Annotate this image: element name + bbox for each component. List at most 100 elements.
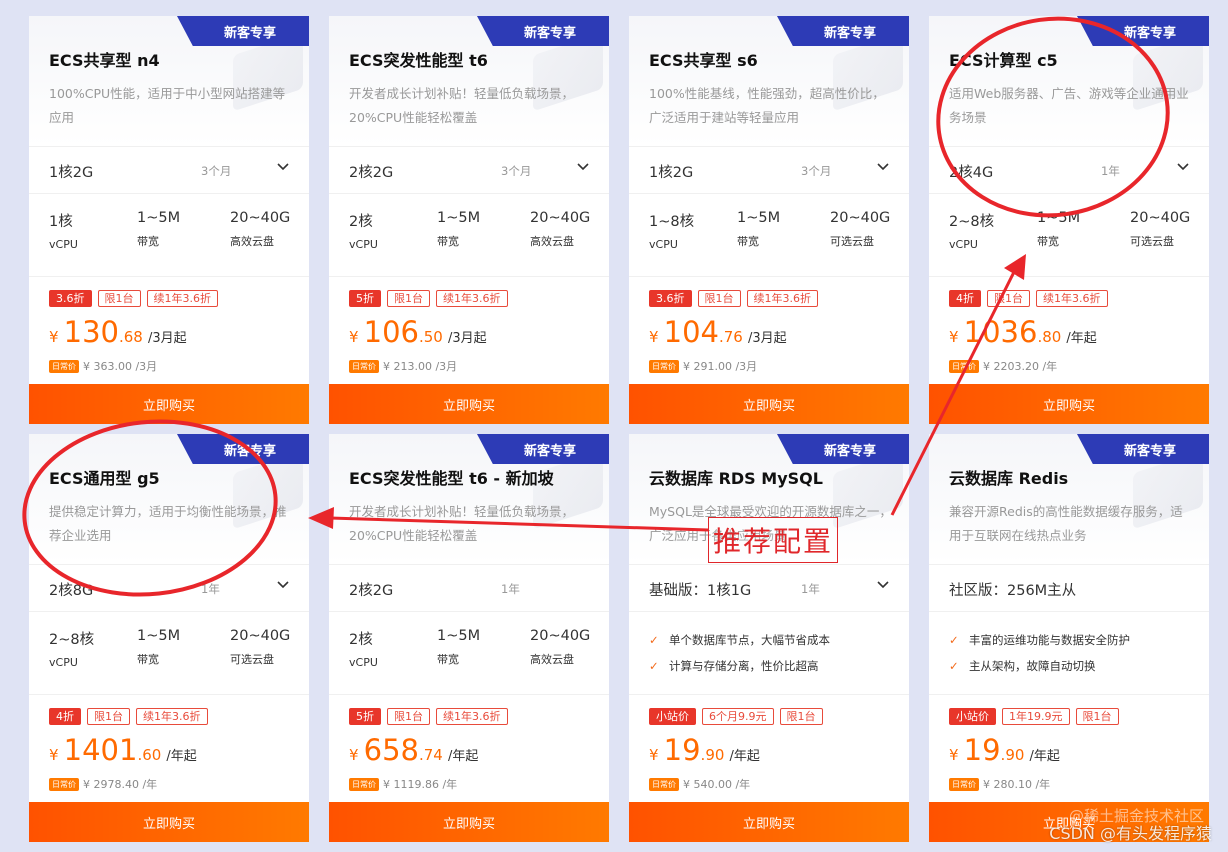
- spec-stats: 2~8核 vCPU 1~5M 带宽 20~40G 可选云盘: [29, 624, 309, 694]
- config-value: 2核8G: [49, 583, 94, 599]
- price-unit: /年起: [166, 749, 197, 764]
- promo-tags: 4折 限1台 续1年3.6折: [49, 708, 208, 725]
- product-title: 云数据库 RDS MySQL: [649, 469, 823, 488]
- feature-text: 计算与存储分离，性价比超高: [669, 659, 819, 673]
- promo-tags: 小站价 1年19.9元 限1台: [949, 708, 1119, 725]
- buy-now-button[interactable]: 立即购买: [929, 384, 1209, 424]
- stat-value: 20~40G: [530, 210, 591, 226]
- promo-tag: 4折: [49, 708, 81, 725]
- promo-tags: 5折 限1台 续1年3.6折: [349, 290, 508, 307]
- promo-tag: 小站价: [949, 708, 996, 725]
- price-unit: /3月起: [747, 331, 787, 346]
- promo-tag: 限1台: [1075, 708, 1119, 725]
- chevron-down-icon[interactable]: [575, 157, 591, 177]
- product-card-ecs-s6: 新客专享 ECS共享型 s6 100%性能基线，性能强劲，超高性价比，广泛适用于建站…: [629, 16, 909, 424]
- check-icon: ✓: [649, 659, 659, 673]
- buy-now-button[interactable]: 立即购买: [329, 384, 609, 424]
- price-integer: 19: [663, 733, 701, 767]
- price: ¥ 19.90 /年起: [949, 733, 1060, 767]
- config-selector[interactable]: 1核2G 3个月: [29, 146, 309, 194]
- product-description: 适用Web服务器、广告、游戏等企业通用业务场景: [949, 86, 1189, 125]
- price: ¥ 104.76 /3月起: [649, 315, 787, 349]
- promo-tag: 续1年3.6折: [746, 290, 818, 307]
- stat-label: 高效云盘: [530, 235, 574, 248]
- product-description: 提供稳定计算力，适用于均衡性能场景，推荐企业选用: [49, 504, 287, 543]
- duration-value: 1年: [501, 582, 520, 596]
- price-integer: 130: [63, 315, 119, 349]
- duration-value: 1年: [201, 582, 220, 596]
- stat-value: 1~5M: [1037, 210, 1081, 226]
- stat-label: 可选云盘: [830, 235, 874, 248]
- promo-tag: 5折: [349, 708, 381, 725]
- regular-price-tag: 日常价: [349, 360, 379, 373]
- promo-tag: 限1台: [779, 708, 823, 725]
- original-price: 日常价 ¥ 1119.86 /年: [349, 776, 457, 792]
- promo-tag: 6个月9.9元: [702, 708, 774, 725]
- config-selector[interactable]: 2核8G 1年: [29, 564, 309, 612]
- buy-now-button[interactable]: 立即购买: [329, 802, 609, 842]
- new-customer-badge: 新客专享: [177, 434, 309, 464]
- price-section: 小站价 1年19.9元 限1台 ¥ 19.90 /年起 日常价 ¥ 280.10 /年: [929, 694, 1209, 802]
- chevron-down-icon[interactable]: [275, 157, 291, 177]
- price-integer: 106: [363, 315, 419, 349]
- chevron-down-icon[interactable]: [275, 575, 291, 595]
- spec-stat: 1~5M 带宽: [437, 628, 480, 667]
- chevron-down-icon[interactable]: [1175, 157, 1191, 177]
- product-title: ECS突发性能型 t6 - 新加坡: [349, 469, 554, 488]
- spec-stat: 1~5M 带宽: [437, 210, 480, 249]
- buy-now-button[interactable]: 立即购买: [29, 384, 309, 424]
- chevron-down-icon[interactable]: [875, 575, 891, 595]
- promo-tags: 4折 限1台 续1年3.6折: [949, 290, 1108, 307]
- check-icon: ✓: [949, 659, 959, 673]
- price: ¥ 19.90 /年起: [649, 733, 760, 767]
- config-selector[interactable]: 2核4G 1年: [929, 146, 1209, 194]
- regular-price-tag: 日常价: [649, 360, 679, 373]
- buy-now-button[interactable]: 立即购买: [29, 802, 309, 842]
- new-customer-badge: 新客专享: [477, 434, 609, 464]
- promo-tag: 续1年3.6折: [136, 708, 208, 725]
- stat-value: 1~5M: [437, 210, 481, 226]
- product-title: 云数据库 Redis: [949, 469, 1069, 488]
- product-title: ECS通用型 g5: [49, 469, 160, 488]
- stat-label: 带宽: [1037, 235, 1059, 248]
- new-customer-badge: 新客专享: [1077, 16, 1209, 46]
- original-price-value: ¥ 2203.20 /年: [983, 360, 1058, 373]
- product-card-ecs-t6-singapore: 新客专享 ECS突发性能型 t6 - 新加坡 开发者成长计划补贴！轻量低负载场景，2…: [329, 434, 609, 842]
- stat-label: vCPU: [649, 238, 678, 251]
- new-customer-badge: 新客专享: [777, 16, 909, 46]
- buy-now-button[interactable]: 立即购买: [629, 802, 909, 842]
- spec-stats: 2核 vCPU 1~5M 带宽 20~40G 高效云盘: [329, 206, 609, 276]
- config-selector[interactable]: 基础版：1核1G 1年: [629, 564, 909, 612]
- product-description: 开发者成长计划补贴！轻量低负载场景，20%CPU性能轻松覆盖: [349, 86, 575, 125]
- check-icon: ✓: [949, 633, 959, 647]
- promo-tag: 限1台: [387, 290, 430, 307]
- price-decimal: .60: [137, 746, 162, 764]
- feature-text: 主从架构，故障自动切换: [969, 659, 1096, 673]
- price-section: 小站价 6个月9.9元 限1台 ¥ 19.90 /年起日常价 ¥ 540.00 /年: [629, 694, 909, 802]
- product-description: 兼容开源Redis的高性能数据缓存服务，适用于互联网在线热点业务: [949, 504, 1183, 543]
- config-value: 基础版：1核1G: [649, 583, 752, 599]
- stat-value: 20~40G: [530, 628, 591, 644]
- feature-text: 丰富的运维功能与数据安全防护: [969, 633, 1130, 647]
- stat-value: 2核: [349, 214, 373, 230]
- config-value: 2核2G: [349, 165, 394, 181]
- product-title: ECS计算型 c5: [949, 51, 1058, 70]
- promo-tag: 续1年3.6折: [436, 708, 508, 725]
- config-selector[interactable]: 1核2G 3个月: [629, 146, 909, 194]
- stat-value: 20~40G: [230, 210, 291, 226]
- original-price-value: ¥ 213.00 /3月: [383, 360, 458, 373]
- config-selector[interactable]: 2核2G 3个月: [329, 146, 609, 194]
- product-card-ecs-g5: 新客专享 ECS通用型 g5 提供稳定计算力，适用于均衡性能场景，推荐企业选用 2核8…: [29, 434, 309, 842]
- original-price-value: ¥ 2978.40 /年: [83, 778, 158, 791]
- spec-stat: 1~8核 vCPU: [649, 210, 694, 251]
- price-decimal: .76: [719, 328, 743, 346]
- spec-stat: 20~40G 高效云盘: [530, 628, 590, 667]
- original-price: 日常价 ¥ 540.00 /年: [649, 776, 750, 792]
- stat-value: 1~5M: [137, 628, 181, 644]
- promo-tag: 小站价: [649, 708, 696, 725]
- price-integer: 658: [363, 733, 419, 767]
- stat-value: 2核: [349, 632, 373, 648]
- buy-now-button[interactable]: 立即购买: [629, 384, 909, 424]
- spec-stat: 2~8核 vCPU: [949, 210, 994, 251]
- chevron-down-icon[interactable]: [875, 157, 891, 177]
